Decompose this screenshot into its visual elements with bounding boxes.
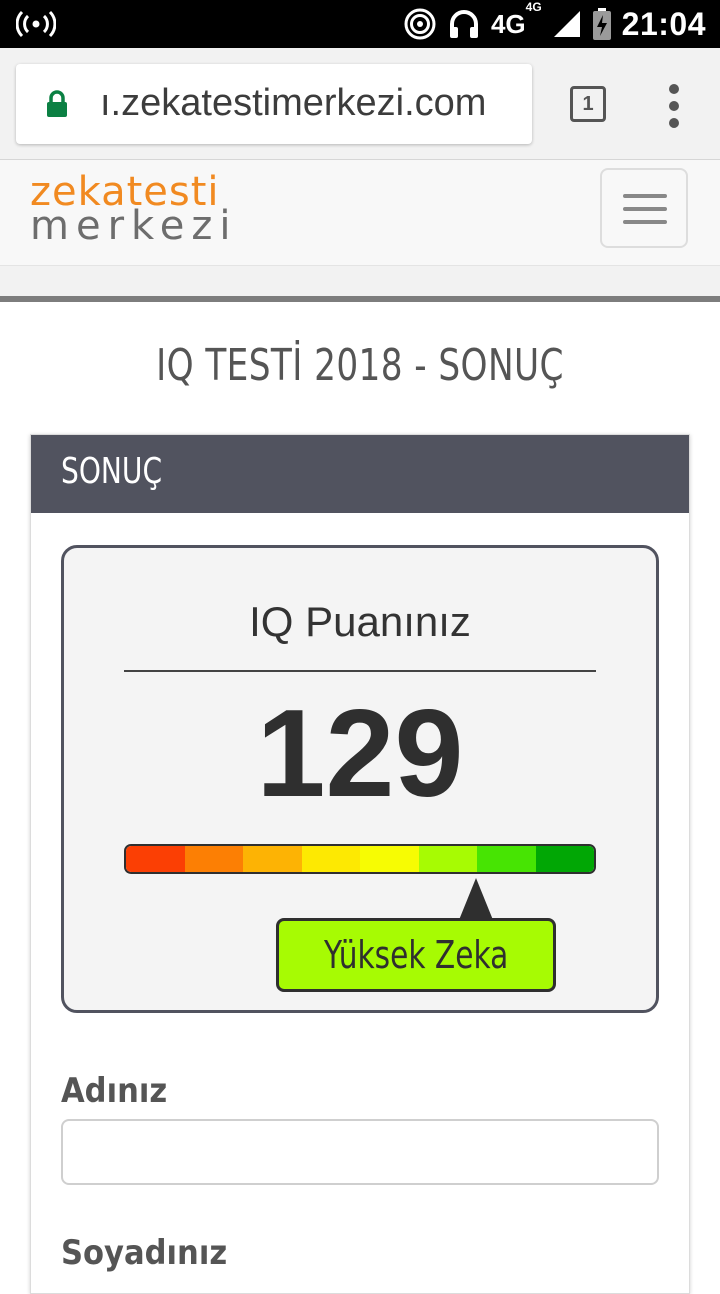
- headphones-icon: [449, 10, 478, 38]
- logo-line-2: merkezi: [30, 203, 238, 249]
- clock: 21:04: [621, 5, 706, 42]
- scale-segment: [535, 846, 594, 872]
- scale-segment: [360, 846, 419, 872]
- result-divider: [124, 670, 596, 672]
- url-text: ı.zekatestimerkezi.com: [100, 82, 487, 124]
- address-bar[interactable]: ı.zekatestimerkezi.com: [16, 64, 532, 144]
- lock-icon: [47, 90, 67, 117]
- iq-scale-bar: [124, 844, 596, 874]
- nav-menu-button[interactable]: [600, 168, 688, 248]
- first-name-input[interactable]: [61, 1119, 659, 1185]
- panel-heading: SONUÇ: [61, 451, 163, 492]
- scale-segment: [418, 846, 477, 872]
- signal-icon: [553, 11, 580, 37]
- iq-level-text: Yüksek Zeka: [323, 933, 509, 977]
- logo-line-1: zekatesti: [30, 169, 220, 215]
- last-name-label: Soyadınız: [61, 1233, 228, 1273]
- result-label: IQ Puanınız: [249, 598, 471, 645]
- site-logo[interactable]: zekatesti merkezi: [30, 172, 237, 246]
- status-bar: 4G4G 21:04: [0, 0, 720, 48]
- iq-result-card: IQ Puanınız 129 Yüksek Zeka: [61, 545, 659, 1013]
- iq-score: 129: [256, 685, 464, 823]
- iq-level-badge: Yüksek Zeka: [276, 918, 556, 992]
- header-divider: [0, 296, 720, 302]
- first-name-label: Adınız: [61, 1071, 168, 1111]
- tab-count: 1: [582, 92, 594, 115]
- overflow-menu-icon[interactable]: [664, 84, 684, 128]
- browser-toolbar: ı.zekatestimerkezi.com 1: [0, 48, 720, 160]
- page-title: IQ TESTİ 2018 - SONUÇ: [156, 340, 564, 391]
- panel-header: SONUÇ: [31, 435, 689, 513]
- network-type: 4G4G: [490, 0, 542, 39]
- result-panel: SONUÇ IQ Puanınız 129 Yüksek Zeka Adınız…: [30, 434, 690, 1294]
- tab-switcher-button[interactable]: 1: [570, 86, 606, 122]
- header-spacer: [0, 266, 720, 296]
- scale-segment: [243, 846, 302, 872]
- scale-segment: [301, 846, 360, 872]
- scale-pointer: [458, 878, 493, 920]
- scale-segment: [477, 846, 536, 872]
- site-header: zekatesti merkezi: [0, 160, 720, 266]
- battery-charging-icon: [592, 8, 611, 40]
- scale-segment: [126, 846, 185, 872]
- scale-segment: [184, 846, 243, 872]
- wifi-hotspot-icon: [404, 8, 436, 40]
- hotspot-icon: [16, 10, 56, 38]
